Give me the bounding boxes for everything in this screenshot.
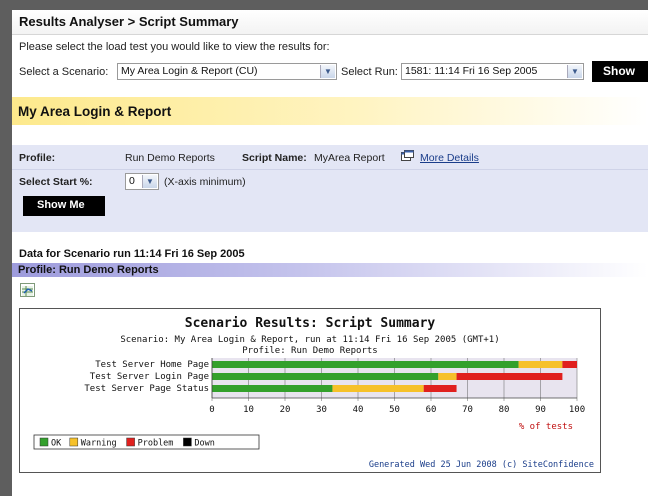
chart-title: Scenario Results: Script Summary	[185, 316, 436, 331]
profile-strip: Profile: Run Demo Reports	[12, 263, 648, 277]
legend-label: OK	[51, 439, 62, 449]
x-tick-label: 40	[353, 405, 364, 415]
results-panel: Results Analyser > Script Summary Please…	[12, 10, 648, 496]
bar-ok	[212, 361, 519, 368]
legend-swatch	[39, 437, 49, 447]
scenario-select[interactable]: My Area Login & Report (CU) ▼	[117, 63, 337, 80]
run-label: Select Run:	[341, 66, 398, 78]
chart-canvas: Scenario Results: Script Summary Scenari…	[33, 316, 594, 470]
x-tick-label: 50	[389, 405, 400, 415]
category-label: Test Server Login Page	[90, 372, 209, 382]
x-tick-label: 10	[243, 405, 254, 415]
profile-label: Profile:	[19, 152, 56, 164]
bar-problem	[456, 373, 563, 380]
bar-warning	[438, 373, 457, 380]
legend-swatch	[69, 437, 79, 447]
bar-ok	[212, 373, 439, 380]
profile-strip-label: Profile: Run Demo Reports	[18, 264, 159, 276]
chevron-down-icon[interactable]: ▼	[142, 175, 157, 188]
scenario-row: Select a Scenario: My Area Login & Repor…	[12, 61, 648, 85]
instruction-text: Please select the load test you would li…	[19, 41, 330, 53]
x-axis-label: % of tests	[519, 422, 573, 432]
show-me-button[interactable]: Show Me	[23, 196, 105, 216]
profile-value: Run Demo Reports	[125, 152, 215, 164]
x-tick-label: 30	[316, 405, 327, 415]
x-tick-label: 90	[535, 405, 546, 415]
start-label: Select Start %:	[19, 176, 93, 188]
legend-swatch	[126, 437, 135, 447]
x-tick-label: 0	[209, 405, 214, 415]
chart-subtitle-profile: Profile: Run Demo Reports	[242, 346, 377, 356]
start-hint: (X-axis minimum)	[164, 176, 246, 188]
section-title: My Area Login & Report	[18, 104, 172, 119]
chevron-down-icon[interactable]: ▼	[567, 65, 582, 78]
profile-box: Profile: Run Demo Reports Script Name: M…	[12, 145, 648, 232]
start-percent-select[interactable]: 0 ▼	[125, 173, 159, 190]
section-header: My Area Login & Report	[12, 97, 648, 125]
scenario-label: Select a Scenario:	[19, 66, 109, 78]
title-bar: Results Analyser > Script Summary	[12, 10, 648, 35]
bar-warning	[518, 361, 563, 368]
run-select[interactable]: 1581: 11:14 Fri 16 Sep 2005 ▼	[401, 63, 584, 80]
category-label: Test Server Page Status	[84, 384, 209, 394]
data-for-heading: Data for Scenario run 11:14 Fri 16 Sep 2…	[19, 248, 245, 260]
divider	[12, 169, 648, 170]
x-tick-label: 60	[426, 405, 437, 415]
script-name-label: Script Name:	[242, 152, 307, 164]
start-percent-value: 0	[129, 175, 135, 187]
chart-footer: Generated Wed 25 Jun 2008 (c) SiteConfid…	[369, 460, 594, 470]
x-tick-label: 70	[462, 405, 473, 415]
chevron-down-icon[interactable]: ▼	[320, 65, 335, 78]
more-details-link[interactable]: More Details	[420, 152, 479, 164]
x-tick-label: 80	[499, 405, 510, 415]
show-button[interactable]: Show	[592, 61, 648, 82]
breadcrumb: Results Analyser > Script Summary	[19, 14, 239, 29]
bar-problem	[562, 361, 577, 368]
legend-swatch	[183, 437, 192, 447]
x-tick-label: 20	[280, 405, 291, 415]
run-select-value: 1581: 11:14 Fri 16 Sep 2005	[405, 65, 538, 77]
scenario-select-value: My Area Login & Report (CU)	[121, 65, 258, 77]
script-name-value: MyArea Report	[314, 152, 385, 164]
export-excel-icon[interactable]	[20, 283, 35, 297]
x-tick-label: 100	[569, 405, 585, 415]
chart-subtitle: Scenario: My Area Login & Report, run at…	[120, 335, 499, 345]
legend-label: Problem	[138, 439, 174, 449]
category-label: Test Server Home Page	[95, 360, 209, 370]
legend-label: Down	[194, 439, 214, 449]
legend-label: Warning	[81, 439, 117, 449]
summary-chart: Scenario Results: Script Summary Scenari…	[19, 308, 601, 473]
window-icon[interactable]	[401, 150, 414, 161]
bar-ok	[212, 385, 333, 392]
spreadsheet-icon	[22, 286, 33, 296]
bar-problem	[423, 385, 457, 392]
bar-warning	[332, 385, 424, 392]
